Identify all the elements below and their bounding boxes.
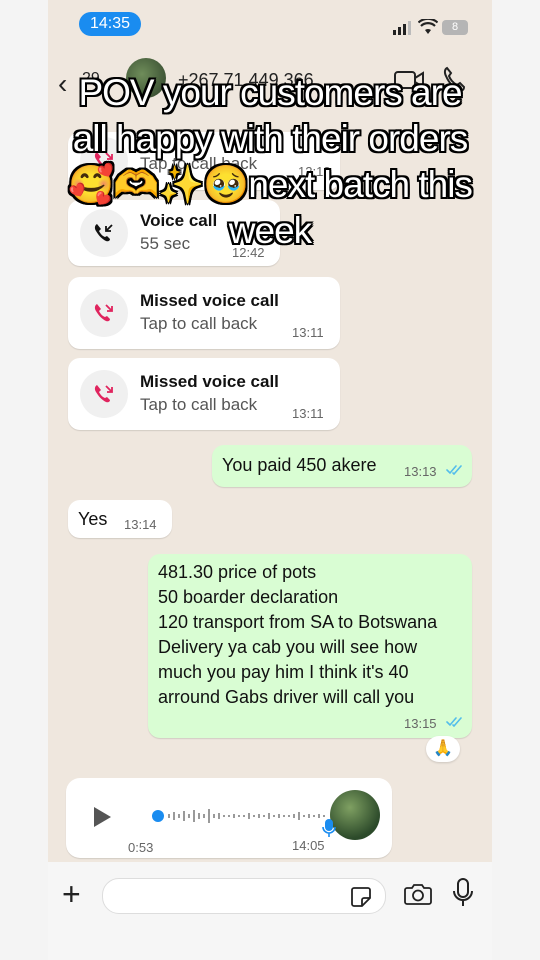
call-time: 13:11 <box>292 325 324 340</box>
call-time: 12:42 <box>232 245 265 260</box>
call-bubble[interactable]: Missed voice call Tap to call back 13:11 <box>68 277 340 349</box>
call-subtitle: Tap to call back <box>140 154 258 173</box>
message-bubble-outgoing[interactable]: 481.30 price of pots 50 boarder declarat… <box>148 554 472 738</box>
read-receipt-icon <box>446 465 462 475</box>
video-call-icon[interactable] <box>394 70 424 90</box>
sender-avatar <box>330 790 380 840</box>
sticker-icon[interactable] <box>350 886 372 908</box>
missed-call-icon <box>80 289 128 337</box>
status-bar: 14:35 8 <box>48 0 492 48</box>
message-time: 13:13 <box>404 464 437 479</box>
missed-call-icon <box>80 137 128 185</box>
missed-call-icon <box>80 370 128 418</box>
message-text: arround Gabs driver will call you <box>158 687 415 707</box>
composer-bar: + <box>48 862 492 960</box>
waveform[interactable] <box>152 806 328 826</box>
call-subtitle: Tap to call back <box>140 395 258 414</box>
play-icon[interactable] <box>92 806 112 828</box>
unread-count[interactable]: 29 <box>82 70 100 88</box>
call-bubble[interactable]: Voice call 55 sec 12:42 <box>68 200 280 266</box>
phone-screen: 14:35 8 ‹ 29 +267 71 449 366 Tap to call… <box>48 0 492 960</box>
message-text: You paid 450 akere <box>222 455 377 475</box>
message-time: 13:14 <box>124 517 157 532</box>
call-title: Missed voice call <box>140 291 279 310</box>
voice-time: 14:05 <box>292 838 325 853</box>
message-text: much you pay him I think it's 40 <box>158 662 409 682</box>
call-subtitle: Tap to call back <box>140 314 258 333</box>
right-margin <box>492 0 540 960</box>
call-title: Missed voice call <box>140 372 279 391</box>
contact-name[interactable]: +267 71 449 366 <box>178 70 314 91</box>
chat-header: ‹ 29 +267 71 449 366 <box>48 48 492 110</box>
message-text: 120 transport from SA to Botswana <box>158 612 438 632</box>
message-bubble-outgoing[interactable]: You paid 450 akere 13:13 <box>212 445 472 487</box>
message-text: 50 boarder declaration <box>158 587 339 607</box>
message-text: Yes <box>78 509 108 529</box>
read-receipt-icon <box>446 717 462 727</box>
voice-duration: 0:53 <box>128 840 154 855</box>
call-time: 13:11 <box>292 406 324 421</box>
back-chevron-icon[interactable]: ‹ <box>58 68 67 100</box>
plus-icon[interactable]: + <box>62 878 81 910</box>
status-time: 14:35 <box>79 12 141 36</box>
message-text: 481.30 price of pots <box>158 562 317 582</box>
camera-icon[interactable] <box>404 882 432 906</box>
battery-icon: 8 <box>442 20 468 35</box>
call-title: Voice call <box>140 211 218 230</box>
call-time: 12:12 <box>298 164 331 179</box>
call-subtitle: 55 sec <box>140 234 191 253</box>
reaction-badge[interactable]: 🙏 <box>426 736 460 762</box>
message-bubble-incoming[interactable]: Yes 13:14 <box>68 500 172 538</box>
message-input[interactable] <box>102 878 386 914</box>
call-bubble[interactable]: Missed voice call Tap to call back 13:11 <box>68 358 340 430</box>
message-text: Delivery ya cab you will see how <box>158 637 418 657</box>
contact-avatar[interactable] <box>126 58 166 98</box>
wifi-icon <box>418 19 438 34</box>
voice-call-icon[interactable] <box>443 66 465 92</box>
signal-icon <box>393 21 411 35</box>
microphone-icon[interactable] <box>453 878 473 908</box>
message-time: 13:15 <box>404 716 437 731</box>
incoming-call-icon <box>80 209 128 257</box>
left-margin <box>0 0 48 960</box>
call-bubble[interactable]: Tap to call back 12:12 <box>68 132 340 190</box>
voice-note-bubble[interactable]: 0:53 14:05 <box>66 778 392 858</box>
mic-badge-icon <box>322 819 336 837</box>
